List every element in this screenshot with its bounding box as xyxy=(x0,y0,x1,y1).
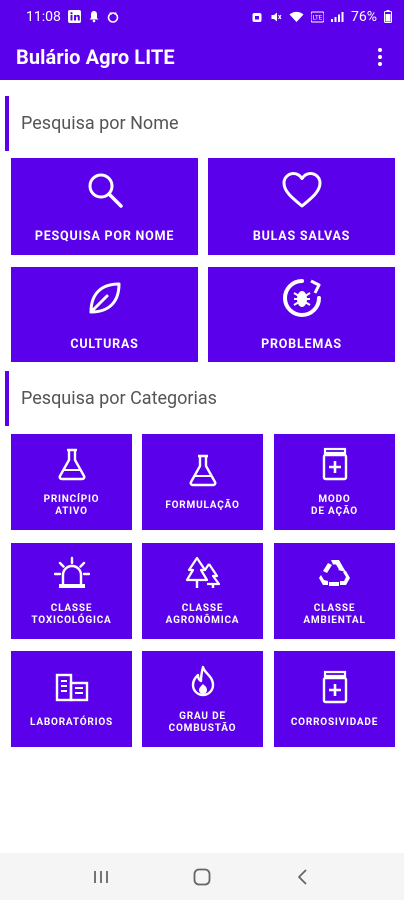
tile-label: PROBLEMAS xyxy=(261,337,342,353)
app-title: Bulário Agro LITE xyxy=(16,44,175,69)
medicine-icon xyxy=(321,669,349,705)
alarm-light-icon xyxy=(53,555,90,591)
leaf-icon xyxy=(85,276,125,320)
status-right: LTE 76% xyxy=(251,9,392,25)
mute-icon xyxy=(270,11,282,23)
signal-icon xyxy=(331,11,344,23)
tile-label: MODO DE AÇÃO xyxy=(311,493,358,518)
section-header-by-name: Pesquisa por Nome xyxy=(5,96,395,151)
alarm-icon xyxy=(251,11,263,23)
section-header-by-category: Pesquisa por Categorias xyxy=(5,371,395,426)
app-bar: Bulário Agro LITE xyxy=(0,33,404,80)
wifi-icon xyxy=(289,11,304,23)
tile-corrosividade[interactable]: CORROSIVIDADE xyxy=(274,651,395,747)
tile-classe-ambiental[interactable]: CLASSE AMBIENTAL xyxy=(274,543,395,639)
tile-culturas[interactable]: CULTURAS xyxy=(11,267,198,362)
status-time: 11:08 xyxy=(26,8,61,25)
tile-principio-ativo[interactable]: PRINCÍPIO ATIVO xyxy=(11,434,132,530)
flask-icon xyxy=(187,452,219,488)
battery-icon xyxy=(384,10,392,23)
trees-icon xyxy=(185,555,221,591)
volte-icon: LTE xyxy=(311,11,324,23)
more-vert-icon[interactable] xyxy=(368,42,392,72)
heart-icon xyxy=(281,168,323,212)
notification-icon-2 xyxy=(107,11,119,23)
tile-label: FORMULAÇÃO xyxy=(165,499,240,511)
recycle-icon xyxy=(318,555,352,591)
tile-label: BULAS SALVAS xyxy=(252,229,351,245)
tile-grau-de-combustao[interactable]: GRAU DE COMBUSTÃO xyxy=(142,651,263,747)
tile-modo-de-acao[interactable]: MODO DE AÇÃO xyxy=(274,434,395,530)
tile-label: PESQUISA POR NOME xyxy=(34,229,175,245)
back-icon[interactable] xyxy=(283,862,323,892)
pest-icon xyxy=(281,276,323,320)
search-icon xyxy=(85,168,125,212)
tile-formulacao[interactable]: FORMULAÇÃO xyxy=(142,434,263,530)
svg-text:LTE: LTE xyxy=(313,14,323,21)
tile-label: CLASSE TOXICOLÓGICA xyxy=(31,602,112,627)
tile-classe-toxicologica[interactable]: CLASSE TOXICOLÓGICA xyxy=(11,543,132,639)
tile-label: PRINCÍPIO ATIVO xyxy=(43,493,100,518)
building-icon xyxy=(55,669,89,705)
system-nav-bar xyxy=(0,853,404,900)
section-title: Pesquisa por Categorias xyxy=(21,388,217,409)
home-icon[interactable] xyxy=(182,862,222,892)
notification-icon xyxy=(88,10,100,23)
medicine-icon xyxy=(321,446,349,482)
tile-label: CORROSIVIDADE xyxy=(290,716,379,728)
tile-problemas[interactable]: PROBLEMAS xyxy=(208,267,395,362)
fire-icon xyxy=(189,663,217,699)
linkedin-icon xyxy=(67,10,81,23)
tile-laboratorios[interactable]: LABORATÓRIOS xyxy=(11,651,132,747)
section-title: Pesquisa por Nome xyxy=(21,113,179,134)
recents-icon[interactable] xyxy=(81,862,121,892)
tile-label: GRAU DE COMBUSTÃO xyxy=(168,710,237,735)
flask-icon xyxy=(56,446,88,482)
tile-bulas-salvas[interactable]: BULAS SALVAS xyxy=(208,158,395,255)
battery-percent: 76% xyxy=(351,8,377,25)
tile-label: CLASSE AGRONÔMICA xyxy=(165,602,240,627)
tile-label: CULTURAS xyxy=(70,337,139,353)
tile-label: CLASSE AMBIENTAL xyxy=(303,602,366,627)
tile-classe-agronomica[interactable]: CLASSE AGRONÔMICA xyxy=(142,543,263,639)
status-bar: 11:08 LTE 76% xyxy=(0,0,404,33)
tile-pesquisa-por-nome[interactable]: PESQUISA POR NOME xyxy=(11,158,198,255)
tile-label: LABORATÓRIOS xyxy=(30,716,113,728)
status-left: 11:08 xyxy=(26,9,119,25)
